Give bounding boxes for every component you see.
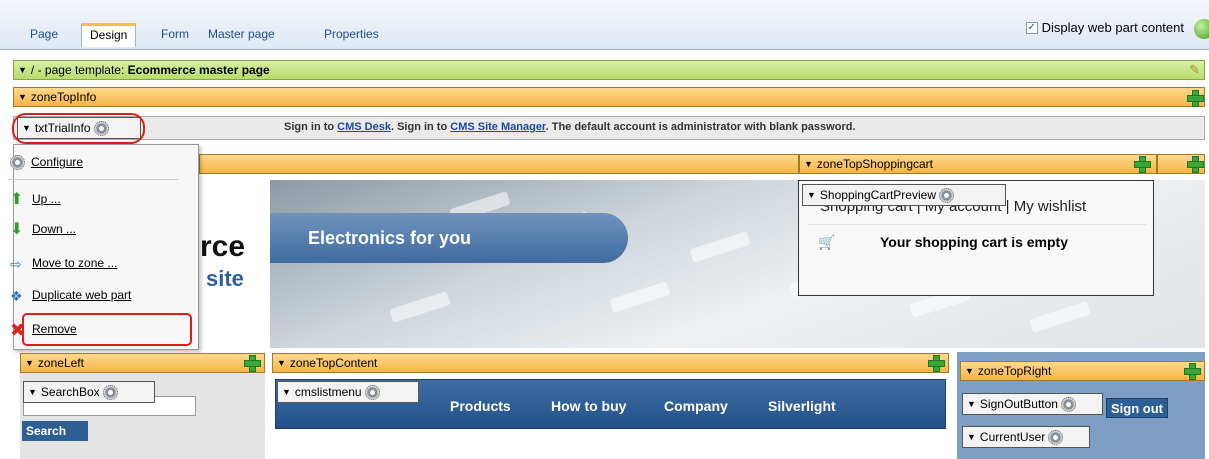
zone-top-info-label: zoneTopInfo — [30, 90, 97, 104]
zone-top-content: ▼ zoneTopContent — [272, 353, 949, 373]
triangle-down-icon[interactable]: ▼ — [965, 362, 974, 380]
cart-empty-message: Your shopping cart is empty — [880, 234, 1068, 250]
menu-item-configure[interactable]: Configure — [10, 152, 83, 172]
web-part-title: SignOutButton — [979, 397, 1058, 411]
display-web-part-content-label: Display web part content — [1041, 20, 1184, 35]
zone-left-label: zoneLeft — [37, 356, 84, 370]
web-part-cms-list-menu[interactable]: ▼ cmslistmenu — [277, 381, 419, 403]
triangle-down-icon[interactable]: ▼ — [967, 394, 976, 414]
arrow-up-icon: ⬆ — [10, 190, 24, 208]
web-part-title: SearchBox — [40, 385, 100, 399]
menu-item-label: Configure — [31, 155, 84, 169]
menu-item-company[interactable]: Company — [664, 398, 728, 414]
zone-banner-header — [199, 154, 799, 174]
green-plus-icon[interactable] — [1186, 89, 1204, 107]
tab-design[interactable]: Design — [81, 23, 137, 47]
display-web-part-content-toggle[interactable]: ✓ Display web part content — [1025, 20, 1184, 35]
divider — [808, 224, 1146, 225]
cms-site-manager-link[interactable]: CMS Site Manager — [450, 121, 545, 133]
green-plus-icon[interactable] — [1186, 155, 1204, 173]
web-part-sign-out-button[interactable]: ▼ SignOutButton — [962, 393, 1103, 415]
triangle-down-icon[interactable]: ▼ — [277, 354, 286, 372]
sign-out-button[interactable]: Sign out — [1106, 398, 1168, 418]
gear-icon[interactable] — [938, 188, 954, 204]
gear-icon[interactable] — [1048, 430, 1064, 446]
search-button[interactable]: Search — [22, 421, 88, 441]
triangle-down-icon[interactable]: ▼ — [25, 354, 34, 372]
template-prefix: / - page template: — [30, 63, 128, 77]
triangle-down-icon[interactable]: ▼ — [18, 61, 27, 79]
menu-item-products[interactable]: Products — [450, 398, 511, 414]
trial-message: Sign in to CMS Desk. Sign in to CMS Site… — [284, 121, 856, 133]
zone-top-shopping-cart-label: zoneTopShoppingcart — [816, 157, 934, 171]
move-arrow-icon: ⇨ — [10, 255, 22, 272]
triangle-down-icon[interactable]: ▼ — [18, 88, 27, 106]
menu-separator — [8, 179, 178, 180]
menu-item-label: Duplicate web part — [32, 288, 132, 302]
web-part-title: CurrentUser — [979, 430, 1046, 444]
menu-item-label: Down ... — [32, 222, 77, 236]
triangle-down-icon[interactable]: ▼ — [282, 382, 291, 402]
pencil-icon[interactable]: ✎ — [1189, 61, 1200, 79]
trial-message-text: Sign in to — [284, 121, 338, 133]
banner-tagline: Electronics for you — [270, 213, 628, 263]
globe-icon[interactable] — [1194, 19, 1209, 39]
green-plus-icon[interactable] — [1133, 155, 1151, 173]
zone-top-shopping-cart-outer — [1157, 154, 1205, 174]
menu-item-up[interactable]: ⬆ Up ... — [10, 189, 61, 209]
triangle-down-icon[interactable]: ▼ — [804, 155, 813, 173]
highlight-box — [22, 313, 192, 346]
menu-item-duplicate[interactable]: ❖ Duplicate web part — [10, 285, 131, 305]
web-part-current-user[interactable]: ▼ CurrentUser — [962, 426, 1090, 448]
gear-icon[interactable] — [364, 385, 380, 401]
menu-item-label: Up ... — [32, 192, 61, 206]
tab-properties[interactable]: Properties — [316, 23, 387, 47]
menu-item-label: Move to zone ... — [32, 256, 118, 270]
menu-item-how-to-buy[interactable]: How to buy — [551, 398, 626, 414]
zone-top-shopping-cart: ▼ zoneTopShoppingcart — [799, 154, 1157, 174]
gear-icon[interactable] — [1060, 397, 1076, 413]
web-part-title: cmslistmenu — [294, 385, 362, 399]
highlight-ring — [12, 113, 145, 144]
gear-icon[interactable] — [102, 385, 118, 401]
green-plus-icon[interactable] — [243, 354, 261, 372]
cart-icon: 🛒 — [818, 234, 836, 250]
tab-page[interactable]: Page — [22, 23, 66, 47]
display-web-part-content-checkbox[interactable]: ✓ — [1025, 21, 1038, 34]
web-part-shopping-cart-preview[interactable]: ▼ ShoppingCartPreview — [802, 184, 1006, 206]
triangle-down-icon[interactable]: ▼ — [28, 382, 37, 402]
arrow-down-icon: ⬇ — [10, 220, 24, 238]
logo-subtext: site — [206, 266, 244, 291]
menu-item-move-to-zone[interactable]: ⇨ Move to zone ... — [10, 253, 117, 273]
tab-form[interactable]: Form — [153, 23, 197, 47]
edit-mode-tabbar: Page Design Form Master page Properties … — [0, 0, 1209, 50]
zone-top-content-label: zoneTopContent — [289, 356, 378, 370]
trial-message-text: . Sign in to — [390, 121, 451, 133]
page-template-bar: ▼ / - page template: Ecommerce master pag… — [13, 60, 1205, 80]
duplicate-icon: ❖ — [10, 287, 23, 304]
zone-left: ▼ zoneLeft — [20, 353, 265, 373]
zone-top-right: ▼ zoneTopRight — [960, 361, 1205, 381]
template-name: Ecommerce master page — [127, 63, 270, 77]
trial-message-text: . The default account is administrator w… — [545, 121, 856, 133]
triangle-down-icon[interactable]: ▼ — [807, 185, 816, 205]
tab-master-page[interactable]: Master page — [200, 23, 283, 47]
cms-desk-link[interactable]: CMS Desk — [337, 121, 391, 133]
triangle-down-icon[interactable]: ▼ — [967, 427, 976, 447]
menu-item-silverlight[interactable]: Silverlight — [768, 398, 836, 414]
zone-top-info: ▼ zoneTopInfo — [13, 87, 1205, 107]
gear-icon — [10, 155, 25, 171]
menu-item-down[interactable]: ⬇ Down ... — [10, 219, 76, 239]
web-part-title: ShoppingCartPreview — [819, 188, 936, 202]
web-part-search-box[interactable]: ▼ SearchBox — [23, 381, 155, 403]
logo-text: rce — [200, 230, 246, 263]
green-plus-icon[interactable] — [1183, 362, 1201, 380]
green-plus-icon[interactable] — [927, 354, 945, 372]
zone-top-right-label: zoneTopRight — [977, 364, 1052, 378]
